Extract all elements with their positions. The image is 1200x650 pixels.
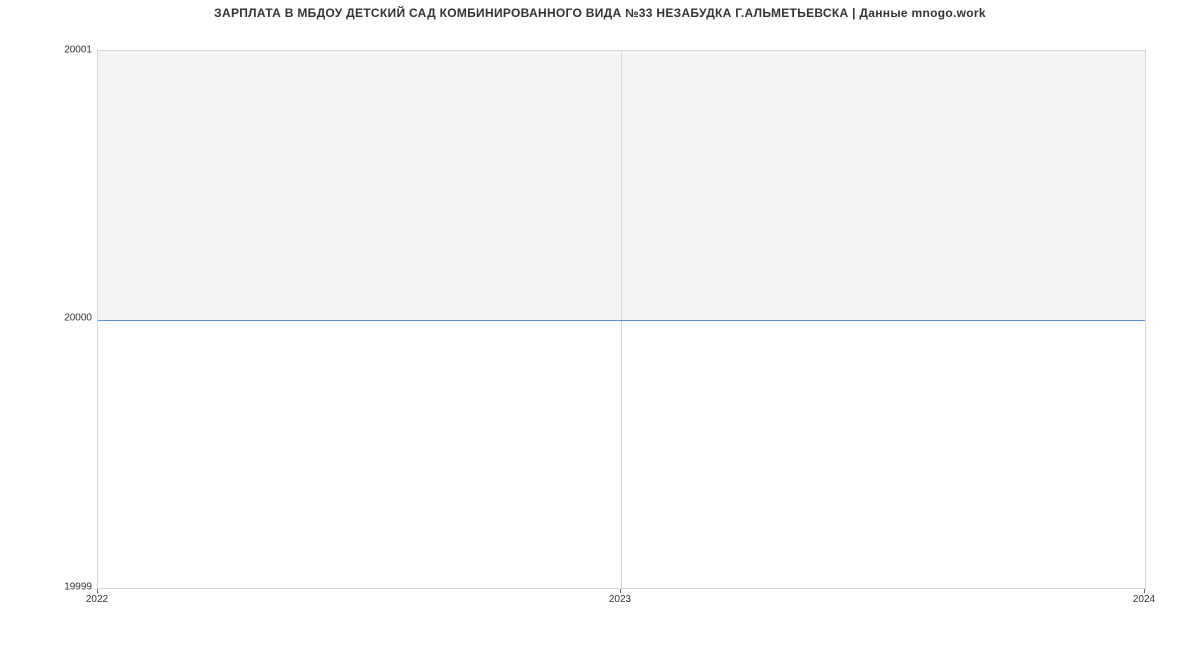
x-tick-label: 2022 xyxy=(86,594,108,605)
series-line xyxy=(98,320,1145,321)
y-tick-label: 19999 xyxy=(64,582,92,593)
x-tick-label: 2023 xyxy=(609,594,631,605)
y-tick-label: 20001 xyxy=(64,45,92,56)
y-tick-label: 20000 xyxy=(64,313,92,324)
chart-title: ЗАРПЛАТА В МБДОУ ДЕТСКИЙ САД КОМБИНИРОВА… xyxy=(0,6,1200,20)
x-tick-label: 2024 xyxy=(1133,594,1155,605)
plot-area xyxy=(97,50,1146,589)
chart-container: ЗАРПЛАТА В МБДОУ ДЕТСКИЙ САД КОМБИНИРОВА… xyxy=(0,0,1200,650)
